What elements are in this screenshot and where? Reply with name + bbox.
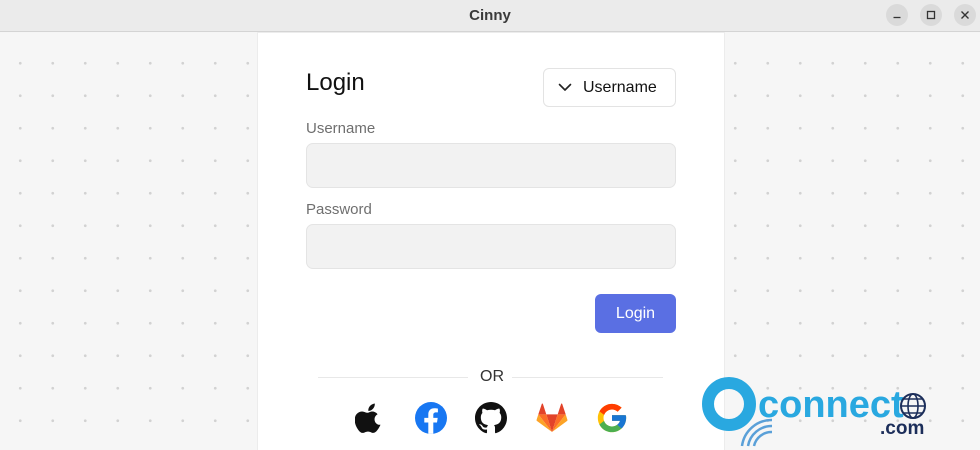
username-input[interactable]	[307, 144, 675, 187]
minimize-icon	[893, 16, 901, 19]
chevron-down-icon	[558, 83, 572, 91]
close-button[interactable]	[954, 4, 976, 26]
login-type-label: Username	[583, 78, 657, 96]
login-card: Login Username Username Password Login O…	[258, 33, 724, 450]
gitlab-login-button[interactable]	[535, 401, 569, 435]
facebook-icon	[415, 402, 447, 434]
minimize-button[interactable]	[886, 4, 908, 26]
username-label: Username	[306, 120, 376, 137]
github-icon	[475, 402, 507, 434]
connect-watermark-logo: connect .com	[700, 374, 940, 450]
google-login-button[interactable]	[595, 401, 629, 435]
close-icon	[961, 11, 969, 19]
password-input[interactable]	[307, 225, 675, 268]
apple-login-button[interactable]	[353, 401, 387, 435]
or-separator: OR	[480, 368, 504, 385]
divider-right	[512, 377, 663, 378]
watermark-suffix-text: .com	[880, 418, 924, 439]
login-type-selector[interactable]: Username	[543, 68, 676, 107]
github-login-button[interactable]	[474, 401, 508, 435]
login-button[interactable]: Login	[595, 294, 676, 333]
password-label: Password	[306, 201, 372, 218]
gitlab-icon	[536, 403, 568, 432]
maximize-icon	[926, 10, 936, 20]
apple-icon	[355, 403, 381, 433]
login-heading: Login	[306, 69, 365, 96]
maximize-button[interactable]	[920, 4, 942, 26]
password-field-wrapper	[306, 224, 676, 269]
window-title: Cinny	[469, 7, 511, 24]
username-field-wrapper	[306, 143, 676, 188]
title-bar: Cinny	[0, 0, 980, 32]
facebook-login-button[interactable]	[414, 401, 448, 435]
google-icon	[597, 403, 627, 433]
divider-left	[318, 377, 468, 378]
